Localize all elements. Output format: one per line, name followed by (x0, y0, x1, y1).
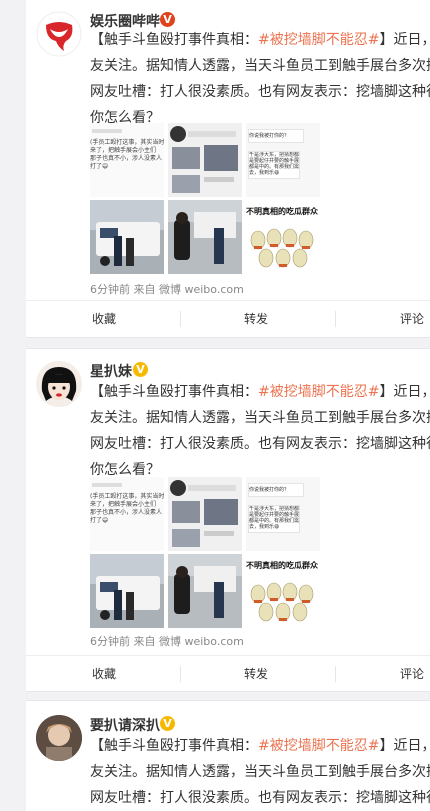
repost-button[interactable]: 转发 (244, 301, 268, 337)
post-text-line: 【触手斗鱼殴打事件真相：#被挖墙脚不能忍#】近日，一则触 (90, 379, 430, 405)
post-title: 【触手斗鱼殴打事件真相： (90, 32, 258, 48)
image-text: 你说我被打你的？ (248, 483, 304, 497)
comment-button[interactable]: 评论 (400, 656, 424, 691)
avatar[interactable] (36, 11, 82, 57)
post-text-line: 网友吐槽：打人很没素质。也有网友表示：挖墙脚这种行为不 (90, 436, 430, 452)
image-text: (手员工殴打这事，其实当时 (90, 493, 164, 500)
weibo-post-card: 娱乐圈哔哔 V 【触手斗鱼殴打事件真相：#被挖墙脚不能忍#】近日，一则触 友关注… (26, 0, 430, 338)
image-thumbnail[interactable] (90, 554, 164, 628)
post-text-segment: 】近日，一则触 (379, 738, 430, 754)
image-thumbnail[interactable]: 不明真相的吃瓜群众 (246, 554, 320, 628)
username[interactable]: 星扒妹 (90, 361, 132, 381)
post-text-line: 【触手斗鱼殴打事件真相：#被挖墙脚不能忍#】近日，一则触 (90, 27, 430, 53)
hashtag-link[interactable]: #被挖墙脚不能忍# (258, 738, 379, 754)
divider (335, 666, 336, 682)
image-thumbnail[interactable] (168, 200, 242, 274)
action-bar: 收藏 转发 评论 (26, 300, 430, 337)
verified-icon: V (160, 716, 175, 731)
image-thumbnail[interactable] (168, 554, 242, 628)
post-title: 【触手斗鱼殴打事件真相： (90, 738, 258, 754)
favorite-button[interactable]: 收藏 (92, 301, 116, 337)
post-text-line: 友关注。据知情人透露，当天斗鱼员工到触手展台多次挖人， (90, 58, 430, 74)
repost-button[interactable]: 转发 (244, 656, 268, 691)
image-text: 去，我到乐😄 (249, 170, 280, 176)
post-text-segment: 】近日，一则触 (379, 384, 430, 400)
image-thumbnail[interactable]: (手员工殴打这事，其实当时 来了，把触手展会小主们 那子也真不小，涉人没素人 打… (90, 123, 164, 197)
image-text: 那子也真不小，涉人没素人 (90, 509, 163, 516)
meme-caption: 不明真相的吃瓜群众 (246, 207, 318, 216)
post-text: 【触手斗鱼殴打事件真相：#被挖墙脚不能忍#】近日，一则触 友关注。据知情人透露，… (90, 733, 430, 811)
favorite-button[interactable]: 收藏 (92, 656, 116, 691)
image-grid: (手员工殴打这事，其实当时 来了，把触手展会小主们 那子也真不小，涉人没素人 打… (90, 123, 320, 274)
image-text: 打了😄 (90, 517, 109, 524)
post-meta: 6分钟前 来自 微博 weibo.com (90, 635, 244, 648)
comment-button[interactable]: 评论 (400, 301, 424, 337)
image-text: 那子也真不小，涉人没素人 (90, 155, 163, 162)
hashtag-link[interactable]: #被挖墙脚不能忍# (258, 32, 379, 48)
image-thumbnail[interactable]: 不明真相的吃瓜群众 (246, 200, 320, 274)
post-text: 【触手斗鱼殴打事件真相：#被挖墙脚不能忍#】近日，一则触 友关注。据知情人透露，… (90, 27, 430, 131)
action-bar: 收藏 转发 评论 (26, 655, 430, 691)
image-text: 你说我被打你的？ (248, 129, 304, 143)
divider (180, 666, 181, 682)
post-title: 【触手斗鱼殴打事件真相： (90, 384, 258, 400)
image-text: 来了，把触手展会小主们 (90, 147, 157, 154)
post-text-line: 【触手斗鱼殴打事件真相：#被挖墙脚不能忍#】近日，一则触 (90, 733, 430, 759)
image-thumbnail[interactable] (168, 123, 242, 197)
post-meta: 6分钟前 来自 微博 weibo.com (90, 283, 244, 296)
avatar[interactable] (36, 361, 82, 407)
image-thumbnail[interactable]: 你说我被打你的？ 千是涉大东，把猜想都红猫盖去 是要起仔并要的触手展送什 都是中… (246, 123, 320, 197)
image-text: 去，我到乐😄 (249, 524, 280, 530)
post-text-line: 网友吐槽：打人很没素质。也有网友表示：挖墙脚这种行为不 (90, 84, 430, 100)
post-text: 【触手斗鱼殴打事件真相：#被挖墙脚不能忍#】近日，一则触 友关注。据知情人透露，… (90, 379, 430, 483)
post-text-line: 友关注。据知情人透露，当天斗鱼员工到触手展台多次挖人， (90, 410, 430, 426)
image-grid: (手员工殴打这事，其实当时 来了，把触手展会小主们 那子也真不小，涉人没素人 打… (90, 477, 320, 628)
weibo-post-card: 星扒妹 V 【触手斗鱼殴打事件真相：#被挖墙脚不能忍#】近日，一则触 友关注。据… (26, 348, 430, 692)
avatar[interactable] (36, 715, 82, 761)
image-thumbnail[interactable]: 你说我被打你的？ 千是涉大东，把猜想都红猫盖去 是要起仔并要的触手展送什 都是中… (246, 477, 320, 551)
image-text: (手员工殴打这事，其实当时 (90, 139, 164, 146)
divider (180, 311, 181, 327)
image-thumbnail[interactable] (168, 477, 242, 551)
image-thumbnail[interactable] (90, 200, 164, 274)
verified-icon: V (133, 362, 148, 377)
weibo-post-card: 要扒请深扒 V 【触手斗鱼殴打事件真相：#被挖墙脚不能忍#】近日，一则触 友关注… (26, 700, 430, 811)
image-thumbnail[interactable]: (手员工殴打这事，其实当时 来了，把触手展会小主们 那子也真不小，涉人没素人 打… (90, 477, 164, 551)
post-text-segment: 】近日，一则触 (379, 32, 430, 48)
divider (335, 311, 336, 327)
meme-caption: 不明真相的吃瓜群众 (246, 561, 318, 570)
username[interactable]: 要扒请深扒 (90, 715, 160, 735)
post-text-line: 网友吐槽：打人很没素质。也有网友表示：挖墙脚这种行为不 (90, 790, 430, 806)
image-text: 打了😄 (90, 163, 109, 170)
post-text-line: 友关注。据知情人透露，当天斗鱼员工到触手展台多次挖人， (90, 764, 430, 780)
verified-icon: V (160, 12, 175, 27)
hashtag-link[interactable]: #被挖墙脚不能忍# (258, 384, 379, 400)
image-text: 来了，把触手展会小主们 (90, 501, 157, 508)
